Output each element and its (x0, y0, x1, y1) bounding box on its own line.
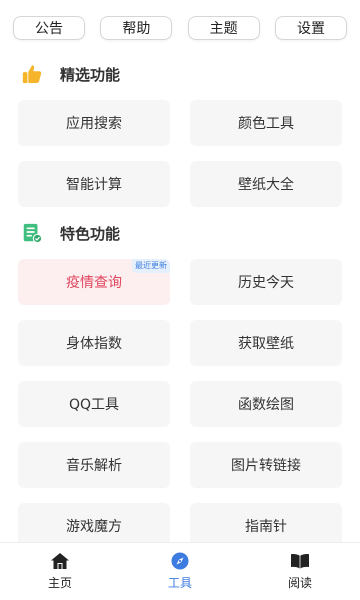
image-to-link-card[interactable]: 图片转链接 (190, 442, 342, 488)
epidemic-query-label: 疫情查询 (66, 275, 122, 291)
home-icon (50, 552, 70, 570)
featured-grid: 应用搜索 颜色工具 智能计算 壁纸大全 (18, 100, 342, 208)
nav-item-read[interactable]: 阅读 (260, 552, 340, 591)
announcement-button[interactable]: 公告 (13, 16, 85, 40)
nav-label-home: 主页 (47, 576, 72, 590)
nav-label-read: 阅读 (287, 576, 312, 590)
special-section-title: 特色功能 (60, 224, 121, 243)
bottom-nav: 主页 工具 阅读 (0, 542, 360, 600)
help-button[interactable]: 帮助 (100, 16, 173, 40)
special-grid: 疫情查询 最近更新 历史今天 身体指数 获取壁纸 QQ工具 函数绘图 音乐解析 … (18, 259, 342, 549)
featured-section-title: 精选功能 (60, 65, 121, 84)
smart-calc-card[interactable]: 智能计算 (18, 161, 170, 207)
function-plot-card[interactable]: 函数绘图 (190, 381, 342, 427)
nav-item-tools[interactable]: 工具 (140, 552, 220, 591)
color-tool-card[interactable]: 颜色工具 (190, 100, 342, 146)
nav-label-tools: 工具 (167, 576, 192, 590)
nav-item-home[interactable]: 主页 (20, 552, 100, 591)
body-index-card[interactable]: 身体指数 (18, 320, 170, 366)
music-parse-card[interactable]: 音乐解析 (18, 442, 170, 488)
get-wallpaper-card[interactable]: 获取壁纸 (190, 320, 342, 366)
history-today-card[interactable]: 历史今天 (190, 259, 342, 305)
book-icon (290, 552, 310, 570)
top-button-bar: 公告 帮助 主题 设置 (0, 0, 360, 56)
thumbs-up-icon (20, 62, 44, 86)
qq-tool-card[interactable]: QQ工具 (18, 381, 170, 427)
special-section-header: 特色功能 (20, 220, 120, 246)
app-search-card[interactable]: 应用搜索 (18, 100, 170, 146)
settings-button[interactable]: 设置 (274, 16, 347, 40)
compass-icon (170, 552, 190, 570)
document-check-icon (20, 221, 44, 245)
wallpaper-collection-card[interactable]: 壁纸大全 (190, 161, 342, 207)
theme-button[interactable]: 主题 (187, 16, 260, 40)
epidemic-query-card[interactable]: 疫情查询 最近更新 (18, 259, 170, 305)
recent-update-badge: 最近更新 (132, 259, 170, 273)
featured-section-header: 精选功能 (20, 61, 120, 87)
